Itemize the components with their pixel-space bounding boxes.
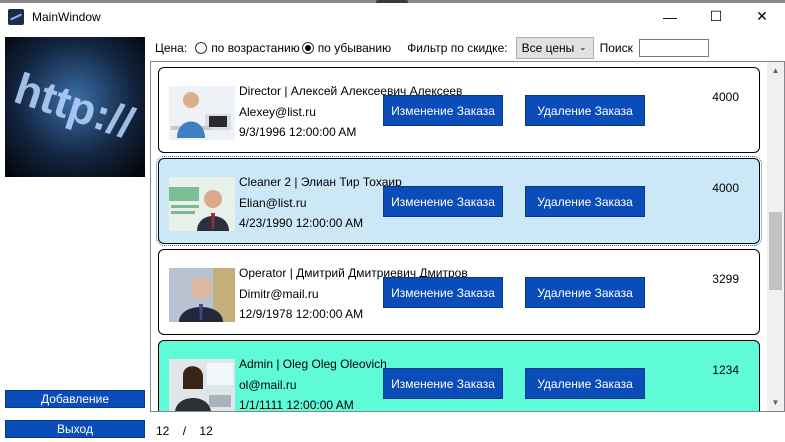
employee-date: 12/9/1978 12:00:00 AM (239, 307, 364, 321)
pager: 12 / 12 (156, 424, 223, 438)
order-cost: 4000 (712, 181, 739, 195)
scroll-up-icon[interactable]: ▲ (767, 62, 784, 79)
sort-ascending-label[interactable]: по возрастанию (211, 41, 300, 55)
pager-total: 12 (199, 424, 213, 438)
woman-office-photo (169, 359, 235, 411)
pager-current: 12 (156, 424, 170, 438)
delete-order-button[interactable]: Удаление Заказа (525, 277, 645, 308)
window-title: MainWindow (32, 9, 101, 24)
employee-date: 4/23/1990 12:00:00 AM (239, 216, 364, 230)
list-item[interactable]: Director | Алексей Алексеевич Алексеев A… (158, 67, 760, 153)
price-label: Цена: (155, 41, 188, 55)
chevron-down-icon: ⌄ (579, 42, 587, 52)
employee-name: Cleaner 2 | Элиан Тир Тохаир (239, 175, 402, 189)
employee-date: 1/1/1111 12:00:00 AM (239, 398, 354, 412)
window-controls: — ☐ ✕ (647, 3, 785, 30)
scrollbar-thumb[interactable] (769, 212, 782, 290)
close-button[interactable]: ✕ (739, 3, 785, 30)
sort-descending-radio[interactable] (301, 42, 314, 54)
pager-separator: / (182, 424, 187, 438)
exit-button[interactable]: Выход (5, 420, 145, 438)
bank-man-photo (169, 177, 235, 231)
maximize-button[interactable]: ☐ (693, 3, 739, 30)
sort-descending-label[interactable]: по убыванию (318, 41, 391, 55)
employee-date: 9/3/1996 12:00:00 AM (239, 125, 357, 139)
office-man-photo (169, 86, 235, 140)
order-cost: 4000 (712, 90, 739, 104)
employee-email: ol@mail.ru (239, 378, 297, 392)
orders-list[interactable]: Director | Алексей Алексеевич Алексеев A… (150, 61, 785, 412)
filter-bar: Цена: по возрастанию по убыванию Фильтр … (155, 37, 709, 59)
list-item[interactable]: Admin | Oleg Oleg Oleovich ol@mail.ru 1/… (158, 340, 760, 412)
edit-order-button[interactable]: Изменение Заказа (383, 368, 503, 399)
man-suit-photo (169, 268, 235, 322)
scroll-down-icon[interactable]: ▼ (767, 394, 784, 411)
list-item[interactable]: Operator | Дмитрий Дмитриевич Дмитров Di… (158, 249, 760, 335)
app-icon (8, 8, 24, 25)
http-banner-image: http:// (5, 37, 145, 177)
order-cost: 1234 (712, 363, 739, 377)
delete-order-button[interactable]: Удаление Заказа (525, 186, 645, 217)
discount-filter-label: Фильтр по скидке: (407, 41, 508, 55)
minimize-button[interactable]: — (647, 3, 693, 30)
delete-order-button[interactable]: Удаление Заказа (525, 95, 645, 126)
sort-ascending-radio[interactable] (195, 42, 208, 54)
add-button[interactable]: Добавление (5, 390, 145, 408)
search-input[interactable] (638, 39, 709, 57)
edit-order-button[interactable]: Изменение Заказа (383, 277, 503, 308)
discount-filter-select[interactable]: Все цены ⌄ (515, 37, 594, 59)
employee-email: Alexey@list.ru (239, 105, 316, 119)
vertical-scrollbar[interactable]: ▲ ▼ (767, 62, 784, 411)
title-bar[interactable]: MainWindow — ☐ ✕ (0, 3, 785, 30)
employee-email: Dimitr@mail.ru (239, 287, 319, 301)
discount-filter-value: Все цены (521, 41, 575, 55)
search-label: Поиск (599, 41, 633, 55)
list-item[interactable]: Cleaner 2 | Элиан Тир Тохаир Elian@list.… (156, 156, 762, 246)
employee-email: Elian@list.ru (239, 196, 307, 210)
edit-order-button[interactable]: Изменение Заказа (383, 186, 503, 217)
delete-order-button[interactable]: Удаление Заказа (525, 368, 645, 399)
edit-order-button[interactable]: Изменение Заказа (383, 95, 503, 126)
order-cost: 3299 (712, 272, 739, 286)
employee-name: Admin | Oleg Oleg Oleovich (239, 357, 387, 371)
